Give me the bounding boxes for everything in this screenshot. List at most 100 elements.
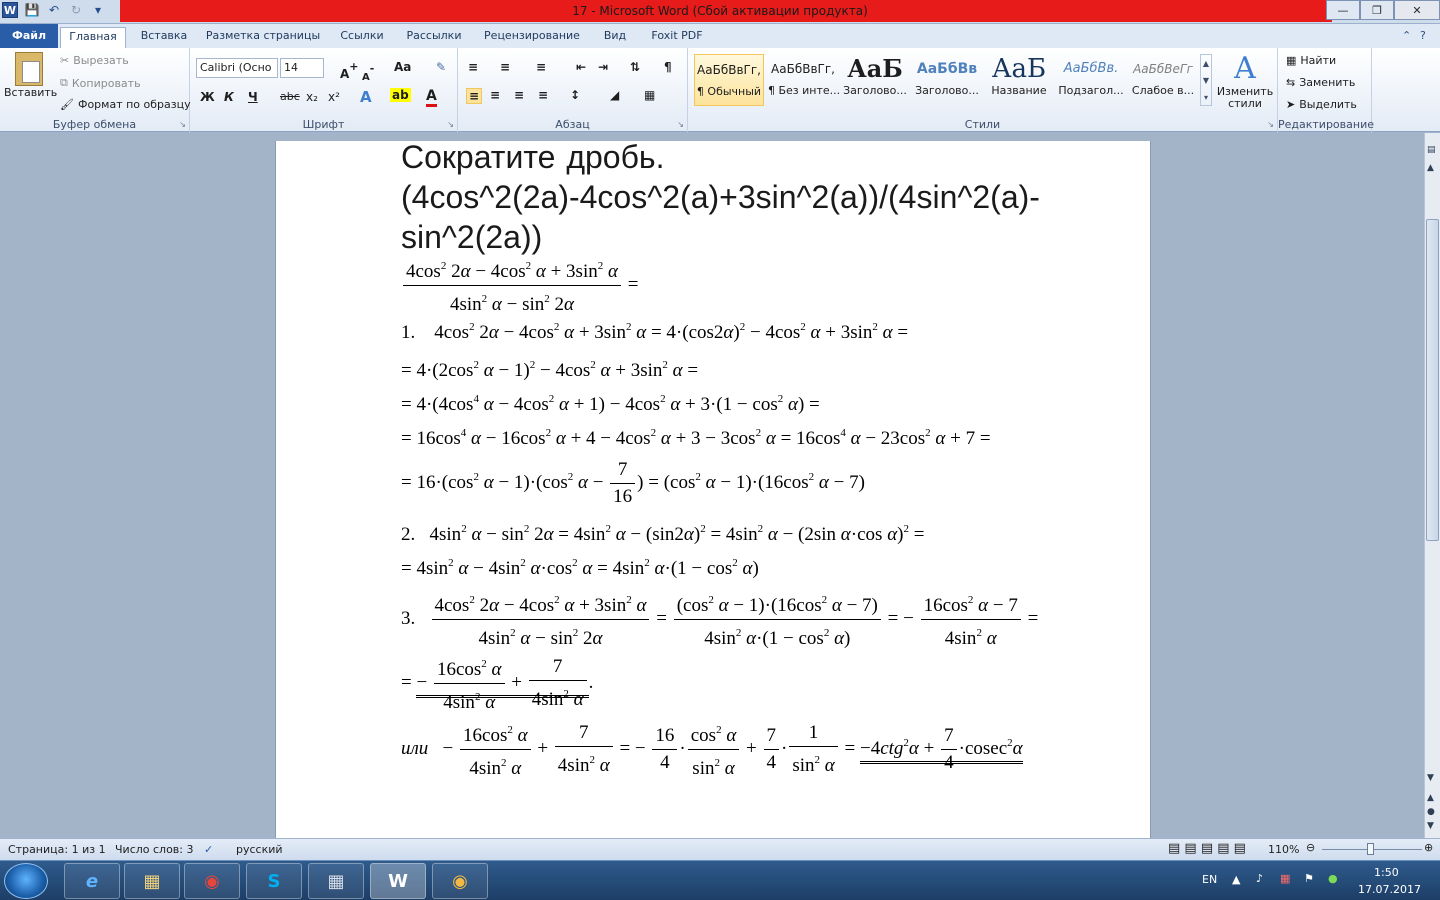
- style-heading-1[interactable]: АаБ Заголово...: [840, 54, 910, 106]
- decrease-indent-icon[interactable]: ⇤: [576, 60, 586, 74]
- text-effects-icon[interactable]: A: [360, 88, 372, 106]
- internet-explorer-icon[interactable]: e: [64, 863, 120, 899]
- tab-insert[interactable]: Вставка: [136, 27, 192, 48]
- bold-button[interactable]: Ж: [200, 90, 215, 104]
- scroll-down-icon[interactable]: ▼: [1427, 773, 1434, 783]
- shading-icon[interactable]: ◢: [610, 88, 619, 102]
- customize-qat-icon[interactable]: ▾: [90, 2, 106, 18]
- clock-date[interactable]: 17.07.2017: [1358, 883, 1421, 896]
- style-subtitle[interactable]: АаБбВв. Подзагол...: [1056, 54, 1126, 106]
- language-indicator[interactable]: русский: [236, 843, 283, 856]
- volume-icon[interactable]: ♪: [1256, 872, 1263, 885]
- document-page[interactable]: Сократите дробь. (4cos^2(2a)-4cos^2(a)+3…: [275, 139, 1151, 838]
- save-icon[interactable]: 💾: [24, 2, 40, 18]
- start-button[interactable]: [4, 863, 48, 899]
- style-title[interactable]: АаБ Название: [984, 54, 1054, 106]
- superscript-button[interactable]: x²: [328, 90, 340, 104]
- bullets-icon[interactable]: ≡: [468, 60, 478, 74]
- chrome-icon[interactable]: ◉: [184, 863, 240, 899]
- tab-foxit-pdf[interactable]: Foxit PDF: [644, 27, 710, 48]
- zoom-in-icon[interactable]: ⊕: [1424, 841, 1433, 854]
- spellcheck-icon[interactable]: ✓: [204, 843, 213, 856]
- replace-button[interactable]: ⇆ Заменить: [1286, 76, 1355, 89]
- align-center-button[interactable]: ≡: [490, 88, 500, 102]
- action-center-icon[interactable]: ⚑: [1304, 872, 1314, 885]
- tab-references[interactable]: Ссылки: [334, 27, 390, 48]
- styles-dialog-launcher-icon[interactable]: ↘: [1267, 120, 1274, 129]
- skype-icon[interactable]: S: [246, 863, 302, 899]
- clear-formatting-icon[interactable]: ✎: [436, 60, 446, 74]
- style-heading-2[interactable]: АаБбВв Заголово...: [912, 54, 982, 106]
- font-color-icon[interactable]: A: [426, 88, 437, 107]
- strikethrough-button[interactable]: abc: [280, 90, 300, 103]
- zoom-out-icon[interactable]: ⊖: [1306, 841, 1315, 854]
- tab-mailings[interactable]: Рассылки: [402, 27, 466, 48]
- tab-page-layout[interactable]: Разметка страницы: [204, 27, 322, 48]
- grow-font-icon[interactable]: A+: [340, 60, 359, 81]
- underline-button[interactable]: Ч: [248, 90, 258, 104]
- copy-button[interactable]: ⧉ Копировать: [60, 76, 141, 90]
- minimize-button[interactable]: —: [1326, 0, 1360, 20]
- font-dialog-launcher-icon[interactable]: ↘: [447, 120, 454, 129]
- network-icon[interactable]: ▦: [1280, 872, 1290, 885]
- maximize-button[interactable]: ❐: [1360, 0, 1394, 20]
- scroll-up-icon[interactable]: ▲: [1427, 163, 1434, 173]
- previous-page-icon[interactable]: ▲: [1427, 793, 1434, 803]
- redo-icon[interactable]: ↻: [68, 2, 84, 18]
- minimize-ribbon-icon[interactable]: ⌃: [1402, 29, 1411, 42]
- subscript-button[interactable]: x₂: [306, 90, 318, 104]
- styles-scroll-icon[interactable]: ▲ ▼ ▾: [1200, 54, 1212, 106]
- next-page-icon[interactable]: ▼: [1427, 821, 1434, 831]
- select-button[interactable]: ➤ Выделить: [1286, 98, 1357, 111]
- select-browse-object-icon[interactable]: ●: [1427, 807, 1435, 817]
- calculator-icon[interactable]: ▦: [308, 863, 364, 899]
- change-styles-button[interactable]: A Изменить стили: [1216, 52, 1274, 110]
- font-name-combo[interactable]: Calibri (Осно: [196, 58, 278, 78]
- change-case-icon[interactable]: Aa: [394, 60, 411, 74]
- align-right-button[interactable]: ≡: [514, 88, 524, 102]
- keyboard-language[interactable]: EN: [1202, 873, 1217, 886]
- word-logo-icon[interactable]: W: [2, 2, 18, 18]
- paragraph-dialog-launcher-icon[interactable]: ↘: [677, 120, 684, 129]
- dialog-launcher-icon[interactable]: ↘: [179, 120, 186, 129]
- scrollbar-thumb[interactable]: [1426, 219, 1439, 541]
- undo-icon[interactable]: ↶: [46, 2, 62, 18]
- style-subtle-emphasis[interactable]: АаБбВеГг Слабое в...: [1128, 54, 1198, 106]
- format-painter-button[interactable]: 🖌 Формат по образцу: [60, 98, 191, 111]
- line-spacing-icon[interactable]: ↕: [570, 88, 580, 102]
- page-count[interactable]: Страница: 1 из 1: [8, 843, 106, 856]
- find-button[interactable]: ▦ Найти: [1286, 54, 1336, 67]
- justify-button[interactable]: ≡: [538, 88, 548, 102]
- cut-button[interactable]: ✂ Вырезать: [60, 54, 129, 67]
- show-marks-icon[interactable]: ¶: [664, 60, 672, 74]
- close-button[interactable]: ✕: [1394, 0, 1440, 20]
- multilevel-list-icon[interactable]: ≡: [536, 60, 546, 74]
- borders-icon[interactable]: ▦: [644, 88, 655, 102]
- ruler-toggle-icon[interactable]: ▤: [1427, 145, 1436, 155]
- paste-button[interactable]: Вставить: [4, 52, 57, 99]
- tray-app-icon[interactable]: ●: [1328, 872, 1338, 885]
- zoom-slider-knob[interactable]: [1367, 843, 1374, 855]
- font-size-combo[interactable]: 14: [280, 58, 324, 78]
- word-count[interactable]: Число слов: 3: [115, 843, 194, 856]
- file-explorer-icon[interactable]: ▦: [124, 863, 180, 899]
- word-taskbar-icon[interactable]: W: [370, 863, 426, 899]
- help-icon[interactable]: ?: [1420, 29, 1426, 42]
- numbering-icon[interactable]: ≡: [500, 60, 510, 74]
- clock-time[interactable]: 1:50: [1374, 866, 1399, 879]
- tab-view[interactable]: Вид: [598, 27, 632, 48]
- paint-icon[interactable]: ◉: [432, 863, 488, 899]
- vertical-scrollbar[interactable]: ▤ ▲ ▼ ▲ ● ▼: [1424, 133, 1440, 838]
- align-left-button[interactable]: ≡: [466, 88, 483, 104]
- tab-home[interactable]: Главная: [60, 27, 126, 49]
- style-normal[interactable]: АаБбВвГг, ¶ Обычный: [694, 54, 764, 106]
- zoom-level[interactable]: 110%: [1268, 843, 1299, 856]
- shrink-font-icon[interactable]: A-: [362, 62, 374, 83]
- sort-icon[interactable]: ⇅: [630, 60, 640, 74]
- highlight-icon[interactable]: ab: [390, 88, 411, 102]
- view-buttons[interactable]: ▤ ▤ ▤ ▤ ▤: [1168, 841, 1246, 856]
- tab-file[interactable]: Файл: [0, 24, 58, 48]
- italic-button[interactable]: К: [224, 90, 234, 104]
- style-no-spacing[interactable]: АаБбВвГг, ¶ Без инте...: [768, 54, 840, 106]
- show-hidden-icons[interactable]: ▲: [1232, 873, 1240, 886]
